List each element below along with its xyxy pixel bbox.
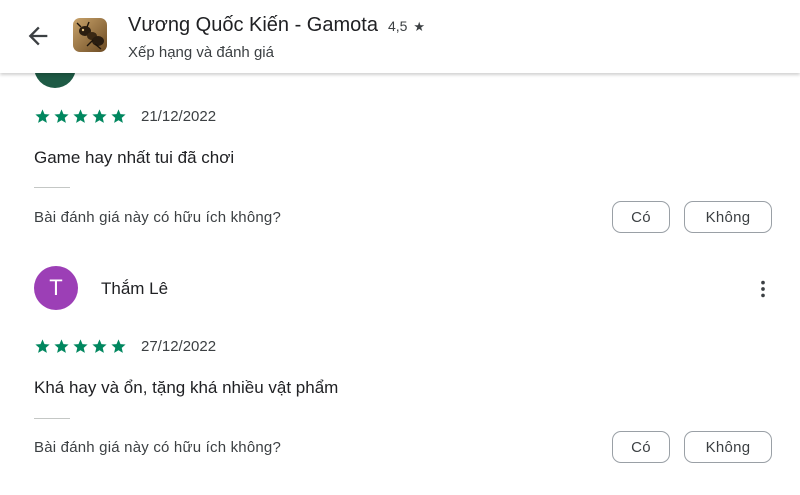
review-text: Game hay nhất tui đã chơi — [34, 148, 235, 167]
helpful-yes-button[interactable]: Có — [612, 201, 670, 233]
helpful-yes-button[interactable]: Có — [612, 431, 670, 463]
divider — [34, 187, 70, 188]
helpful-no-button[interactable]: Không — [684, 431, 772, 463]
review-date: 21/12/2022 — [141, 107, 217, 125]
helpful-question: Bài đánh giá này có hữu ích không? — [34, 209, 282, 226]
back-button[interactable] — [24, 22, 52, 50]
divider — [34, 418, 70, 419]
star-rating — [34, 108, 127, 125]
helpful-question: Bài đánh giá này có hữu ích không? — [34, 439, 282, 456]
star-icon — [92, 338, 107, 353]
avatar: T — [34, 266, 78, 310]
star-icon — [54, 108, 69, 123]
page-subtitle: Xếp hạng và đánh giá — [128, 44, 274, 61]
more-options-button[interactable] — [752, 276, 774, 302]
star-icon: ★ — [413, 19, 426, 34]
app-rating: 4,5 — [387, 18, 408, 34]
app-bar: Vương Quốc Kiến - Gamota 4,5 ★ Xếp hạng … — [0, 0, 800, 73]
helpful-no-button[interactable]: Không — [684, 201, 772, 233]
star-icon — [54, 338, 69, 353]
more-vert-icon — [761, 280, 765, 298]
app-title: Vương Quốc Kiến - Gamota — [128, 14, 378, 36]
review-date: 27/12/2022 — [141, 337, 217, 355]
star-icon — [73, 108, 88, 123]
star-icon — [73, 338, 88, 353]
star-icon — [111, 338, 126, 353]
arrow-back-icon — [28, 26, 48, 46]
reviewer-name: Thắm Lê — [101, 279, 169, 298]
star-rating — [34, 338, 127, 355]
app-icon — [73, 18, 107, 52]
star-icon — [92, 108, 107, 123]
star-icon — [35, 108, 50, 123]
review-text: Khá hay và ổn, tặng khá nhiều vật phẩm — [34, 378, 339, 397]
star-icon — [35, 338, 50, 353]
star-icon — [111, 108, 126, 123]
